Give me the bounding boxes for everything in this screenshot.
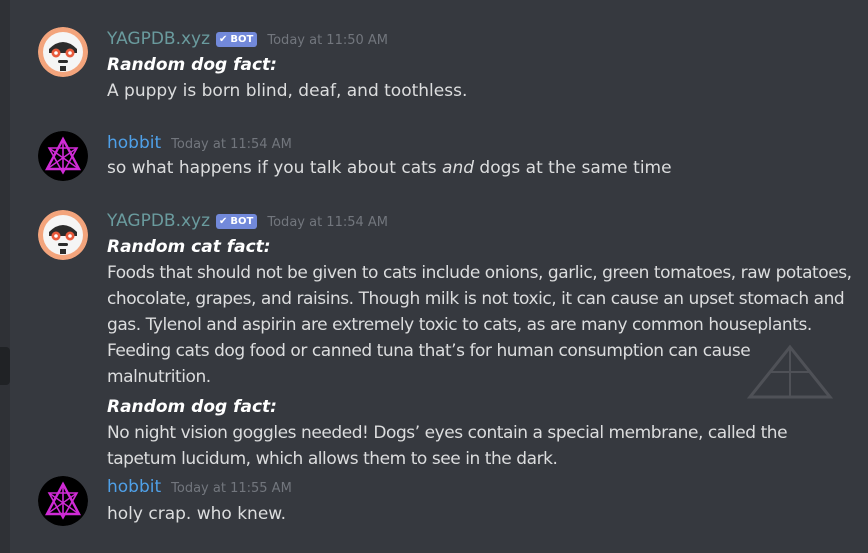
message-timestamp: Today at 11:54 AM: [267, 214, 389, 230]
pentagram-triangle-icon[interactable]: [38, 476, 88, 526]
bot-badge-label: BOT: [230, 33, 254, 45]
message-text: holy crap. who knew.: [107, 504, 287, 524]
fact-text: No night vision goggles needed! Dogs’ ey…: [107, 423, 788, 469]
author-name[interactable]: YAGPDB.xyz: [107, 29, 210, 49]
robot-face-icon[interactable]: [38, 210, 88, 260]
scrollbar-thumb[interactable]: [0, 347, 10, 385]
bot-badge: ✔ BOT: [216, 213, 258, 229]
fact-text: A puppy is born blind, deaf, and toothle…: [107, 81, 468, 101]
message-content: holy crap. who knew.: [107, 501, 857, 527]
bot-badge: ✔ BOT: [216, 31, 258, 47]
fact-heading: Random dog fact:: [107, 55, 277, 75]
channel-sidebar-edge: [0, 0, 10, 553]
message-text-emphasis: and: [442, 158, 475, 178]
message-header: YAGPDB.xyz ✔ BOT Today at 11:50 AM: [107, 27, 388, 51]
message-header: hobbit Today at 11:55 AM: [107, 475, 292, 499]
message-timestamp: Today at 11:50 AM: [267, 32, 389, 48]
author-name[interactable]: hobbit: [107, 133, 161, 153]
watermark-icon: [746, 344, 834, 399]
message-timestamp: Today at 11:54 AM: [171, 136, 292, 152]
message-header: hobbit Today at 11:54 AM: [107, 131, 292, 155]
message-text: so what happens if you talk about cats a…: [107, 155, 857, 181]
message-header: YAGPDB.xyz ✔ BOT Today at 11:54 AM: [107, 209, 388, 233]
bot-badge-label: BOT: [230, 215, 254, 227]
fact-heading: Random cat fact:: [107, 237, 271, 257]
message-text-part: so what happens if you talk about cats: [107, 158, 443, 178]
author-name[interactable]: YAGPDB.xyz: [107, 211, 210, 231]
checkmark-icon: ✔: [219, 215, 228, 227]
message-timestamp: Today at 11:55 AM: [171, 480, 292, 496]
checkmark-icon: ✔: [219, 33, 228, 45]
author-name[interactable]: hobbit: [107, 477, 161, 497]
message-content: Random dog fact: A puppy is born blind, …: [107, 52, 857, 104]
message-content: so what happens if you talk about cats a…: [107, 155, 857, 181]
pentagram-triangle-icon[interactable]: [38, 131, 88, 181]
message-text-part: dogs at the same time: [474, 158, 672, 178]
robot-face-icon[interactable]: [38, 27, 88, 77]
